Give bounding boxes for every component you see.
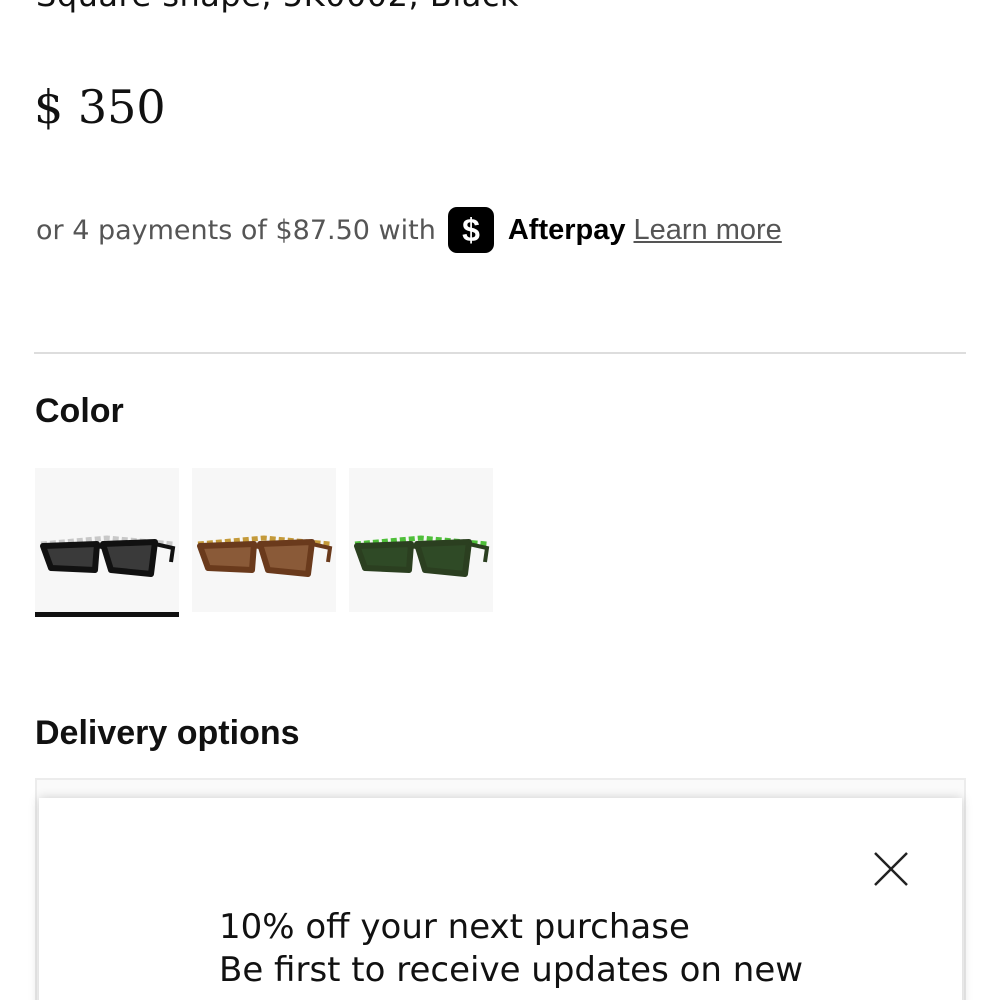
- popup-body: Be first to receive updates on new: [219, 950, 804, 990]
- dollar-sign-icon: $: [447, 207, 494, 253]
- svg-text:$: $: [462, 213, 480, 247]
- color-section-title: Color: [35, 392, 124, 430]
- popup-headline: 10% off your next purchase: [219, 907, 690, 947]
- product-title: Square shape, 5K0002, Black: [36, 0, 519, 14]
- color-swatch-black[interactable]: [35, 468, 179, 612]
- delivery-options-title: Delivery options: [35, 714, 300, 752]
- afterpay-logo-text: Afterpay: [507, 213, 626, 246]
- sunglasses-image: [197, 535, 333, 577]
- close-icon[interactable]: [870, 848, 912, 890]
- section-divider: [34, 352, 966, 354]
- color-swatch-green[interactable]: [349, 468, 493, 612]
- afterpay-installments: or 4 payments of $87.50 with $ Afterpay …: [36, 206, 782, 254]
- product-page: Square shape, 5K0002, Black $ 350 or 4 p…: [0, 0, 1000, 1000]
- installment-text: or 4 payments of $87.50 with: [36, 214, 436, 246]
- sunglasses-image: [354, 535, 490, 577]
- selected-swatch-indicator: [35, 612, 179, 617]
- popup-message: 10% off your next purchase Be first to r…: [219, 906, 959, 992]
- sunglasses-image: [40, 535, 176, 577]
- learn-more-link[interactable]: Learn more: [634, 214, 782, 247]
- color-swatch-brown[interactable]: [192, 468, 336, 612]
- product-price: $ 350: [34, 80, 166, 134]
